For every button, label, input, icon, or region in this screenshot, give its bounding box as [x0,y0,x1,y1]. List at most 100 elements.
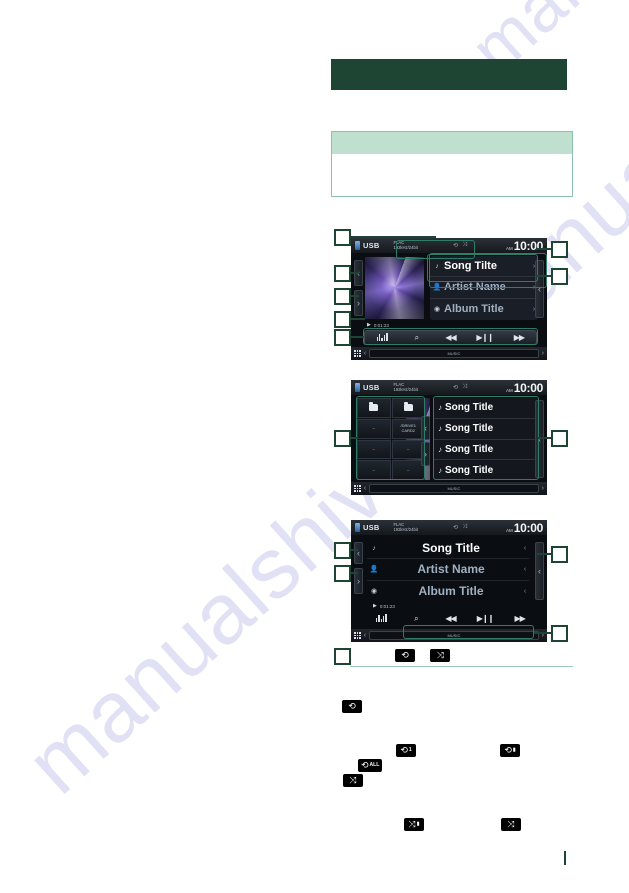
folder-cell[interactable]: – [391,460,425,480]
source-bar[interactable]: MUSIC [369,349,539,358]
left-panel-close-flap[interactable]: › [421,442,430,466]
previous-icon: ◀◀ [445,614,456,623]
left-panel-open-flap[interactable]: ‹ [421,416,430,440]
callout-leader [351,572,358,574]
home-menu-icon[interactable] [354,350,361,357]
equalizer-icon [376,332,388,341]
play-pause-icon: ▶❙❙ [476,333,494,342]
repeat-icon[interactable]: ⟲ [453,524,458,531]
album-title-row[interactable]: ◉ Album Title ‹ [367,581,529,602]
folder-icon [369,402,379,412]
song-title-row[interactable]: ♪ Song Title ‹ [367,538,529,560]
home-menu-icon[interactable] [354,485,361,492]
right-panel-flap[interactable]: ‹ [535,542,544,600]
folder-cell[interactable] [391,398,425,418]
play-pause-button[interactable]: ▶❙❙ [468,614,503,623]
list-item[interactable]: ♪ Song Title [434,440,538,461]
folder-cell[interactable] [357,398,391,418]
play-pause-icon: ▶❙❙ [476,614,495,623]
device-screen-basic-control[interactable]: USB FLAC 192kHz/24bit ⟲ ⤨ AM 10:00 ‹ › ♪… [351,238,547,360]
bottom-bar[interactable]: ‹ MUSIC › [351,482,547,495]
home-menu-icon[interactable] [354,632,361,639]
artist-name-row[interactable]: 👤 Artist Name › [430,277,538,299]
chevron-right-icon[interactable]: ‹ [521,545,529,552]
chevron-right-icon[interactable]: › [542,485,544,492]
shuffle-icon[interactable]: ⤨ [462,384,467,391]
track-list[interactable]: ♪ Song Title ♪ Song Title ♪ Song Title ♪… [434,398,538,480]
list-item[interactable]: ♪ Song Title [434,419,538,440]
album-title: Album Title [444,303,504,316]
chevron-left-icon[interactable]: ‹ [364,485,366,492]
playback-control-bar[interactable]: ⌕ ◀◀ ▶❙❙ ▶▶ [364,611,537,626]
callout-leader [351,272,359,274]
right-panel-flap[interactable]: ‹ [535,260,544,318]
equalizer-button[interactable] [365,332,399,343]
elapsed-time: 0:01:23 [373,322,389,328]
left-panel-open-flap[interactable]: ‹ [354,542,363,564]
shuffle-icon[interactable]: ⤨ [462,242,467,249]
search-button[interactable]: ⌕ [399,614,434,624]
chevron-right-icon[interactable]: ‹ [521,566,529,573]
folder-cell[interactable]: – [357,439,391,460]
song-title-row[interactable]: ♪ Song Tilte › [430,256,538,278]
album-title-row[interactable]: ◉ Album Title › [430,299,538,320]
clock: AM 10:00 [506,522,543,534]
folder-cell[interactable]: – [391,439,425,460]
source-bar[interactable]: MUSIC [369,631,539,640]
search-button[interactable]: ⌕ [399,333,433,343]
folder-grid[interactable]: – /DRIVE1 CARD2 – – – – [357,398,425,480]
right-panel-flap[interactable]: ‹ [535,400,544,478]
artist-name-row[interactable]: 👤 Artist Name ‹ [367,559,529,581]
folder-cell[interactable]: – [357,460,391,480]
repeat-icon[interactable]: ⟲ [453,384,458,391]
album-artwork [365,257,424,319]
next-track-button[interactable]: ▶▶ [502,614,537,623]
bottom-bar[interactable]: ‹ MUSIC › [351,629,547,642]
shuffle-icon[interactable]: ⤨ [430,649,451,663]
play-pause-button[interactable]: ▶❙❙ [468,333,502,342]
music-note-icon: ♪ [438,465,442,475]
callout-marker [334,265,351,282]
chevron-right-icon[interactable]: › [542,350,544,357]
source-bar[interactable]: MUSIC [369,484,539,493]
next-track-button[interactable]: ▶▶ [502,333,536,342]
music-note-icon: ♪ [372,544,376,552]
list-item[interactable]: ♪ Song Title [434,460,538,480]
bottom-bar[interactable]: ‹ MUSIC › [351,347,547,360]
clock-ampm: AM [506,387,513,393]
track-info-panel[interactable]: ♪ Song Tilte › 👤 Artist Name › ◉ Album T… [430,256,538,320]
chevron-right-icon[interactable]: ‹ [521,588,529,595]
shuffle-all-icon[interactable]: ⤨ [501,818,521,831]
repeat-folder-icon[interactable]: ⟲ ▮ [500,744,520,757]
playback-control-bar[interactable]: ⌕ ◀◀ ▶❙❙ ▶▶ [364,330,537,345]
previous-track-button[interactable]: ◀◀ [433,333,467,342]
repeat-icon[interactable]: ⟲ [342,700,362,713]
source-label: USB [363,383,380,392]
shuffle-folder-icon[interactable]: ⤨ ▮ [404,818,424,831]
callout-marker [334,329,351,346]
folder-cell[interactable]: – [357,418,391,439]
shuffle-icon[interactable]: ⤨ [343,774,363,787]
chevron-left-icon[interactable]: ‹ [364,632,366,639]
device-screen-file-list[interactable]: USB FLAC 192kHz/24bit ⟲ ⤨ AM 10:00 – /DR… [351,380,547,495]
folder-cell[interactable]: /DRIVE1 CARD2 [391,418,425,439]
callout-leader [351,336,364,338]
artist-icon: 👤 [432,284,442,292]
left-panel-close-flap[interactable]: › [354,290,363,316]
callout-marker [334,648,351,665]
music-note-icon: ♪ [435,262,439,270]
equalizer-button[interactable] [364,613,399,624]
clock-time: 10:00 [513,380,544,395]
track-info-panel[interactable]: ♪ Song Title ‹ 👤 Artist Name ‹ ◉ Album T… [367,538,529,602]
repeat-icon[interactable]: ⟲ [395,649,415,663]
divider [350,666,573,667]
repeat-one-icon[interactable]: ⟲ 1 [396,744,416,757]
repeat-all-icon[interactable]: ⟲ ALL [358,759,383,772]
device-screen-text-view[interactable]: USB FLAC 192kHz/24bit ⟲ ⤨ AM 10:00 ‹ › ♪… [351,520,547,642]
shuffle-icon[interactable]: ⤨ [462,524,467,531]
usb-icon [355,241,360,250]
chevron-left-icon[interactable]: ‹ [364,350,366,357]
previous-track-button[interactable]: ◀◀ [433,614,468,623]
list-item[interactable]: ♪ Song Title [434,398,538,419]
repeat-icon[interactable]: ⟲ [453,242,458,249]
